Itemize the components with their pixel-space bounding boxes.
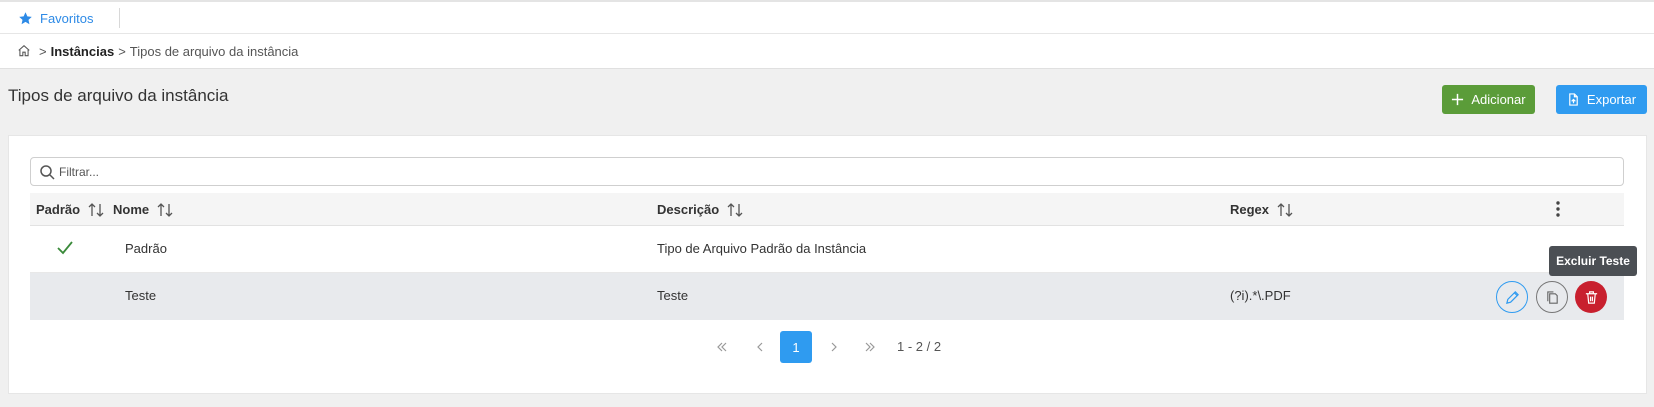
- file-export-icon: [1569, 93, 1578, 106]
- delete-tooltip: Excluir Teste: [1549, 246, 1637, 276]
- table-row[interactable]: Padrão Tipo de Arquivo Padrão da Instânc…: [30, 226, 1624, 273]
- sort-icon: [1277, 202, 1293, 217]
- cell-description: Tipo de Arquivo Padrão da Instância: [657, 241, 867, 256]
- trash-icon: [1585, 290, 1597, 304]
- cell-regex: (?i).*\.PDF: [1230, 288, 1291, 303]
- previous-page-button[interactable]: [744, 331, 776, 363]
- export-button-label: Exportar: [1586, 92, 1637, 107]
- copy-icon: [1546, 290, 1558, 304]
- column-label: Nome: [113, 202, 150, 217]
- plus-icon: [1452, 93, 1464, 106]
- double-chevron-right-icon: [865, 342, 875, 352]
- column-header-regex[interactable]: Regex: [1230, 202, 1293, 217]
- favorites-label: Favoritos: [40, 11, 94, 26]
- double-chevron-left-icon: [717, 342, 727, 352]
- last-page-button[interactable]: [854, 331, 886, 363]
- filter-input[interactable]: [59, 164, 1623, 179]
- check-icon: [57, 241, 73, 255]
- top-bar: Favoritos: [0, 0, 1654, 34]
- sort-icon: [157, 202, 173, 217]
- column-header-descricao[interactable]: Descrição: [657, 202, 743, 217]
- cell-description: Teste: [657, 288, 689, 303]
- filter-field[interactable]: [30, 157, 1624, 186]
- chevron-right-icon: [831, 342, 837, 352]
- cell-name: Padrão: [125, 241, 167, 256]
- breadcrumb-separator: >: [118, 43, 126, 59]
- chevron-left-icon: [757, 342, 763, 352]
- page-button-current[interactable]: 1: [780, 331, 812, 363]
- next-page-button[interactable]: [818, 331, 850, 363]
- page-title: Tipos de arquivo da instância: [8, 86, 229, 105]
- first-page-button[interactable]: [706, 331, 738, 363]
- column-label: Regex: [1230, 202, 1270, 217]
- home-icon[interactable]: [17, 44, 31, 58]
- cell-name: Teste: [125, 288, 157, 303]
- add-button[interactable]: Adicionar: [1442, 85, 1535, 114]
- table-header: Padrão Nome Descrição Regex: [30, 193, 1624, 226]
- add-button-label: Adicionar: [1471, 92, 1526, 107]
- favorites-link[interactable]: Favoritos: [18, 11, 93, 26]
- column-header-nome[interactable]: Nome: [113, 202, 173, 217]
- pagination-info: 1 - 2 / 2: [897, 339, 942, 354]
- pencil-icon: [1505, 290, 1519, 304]
- breadcrumb-current: Tipos de arquivo da instância: [129, 43, 299, 59]
- column-header-padrao[interactable]: Padrão: [36, 202, 104, 217]
- column-label: Descrição: [657, 202, 720, 217]
- column-options-icon[interactable]: [1552, 199, 1564, 219]
- sort-icon: [727, 202, 743, 217]
- breadcrumb: > Instâncias > Tipos de arquivo da instâ…: [0, 34, 1654, 69]
- table-row[interactable]: Teste Teste (?i).*\.PDF: [30, 273, 1624, 320]
- export-button[interactable]: Exportar: [1556, 85, 1647, 114]
- delete-button[interactable]: [1575, 281, 1607, 313]
- breadcrumb-separator: >: [39, 43, 47, 59]
- breadcrumb-instancias[interactable]: Instâncias: [51, 44, 115, 59]
- topbar-divider: [119, 8, 120, 28]
- star-icon: [19, 12, 32, 25]
- sort-icon: [88, 202, 104, 217]
- search-icon: [40, 165, 55, 180]
- column-label: Padrão: [36, 202, 81, 217]
- copy-button[interactable]: [1536, 281, 1568, 313]
- edit-button[interactable]: [1496, 281, 1528, 313]
